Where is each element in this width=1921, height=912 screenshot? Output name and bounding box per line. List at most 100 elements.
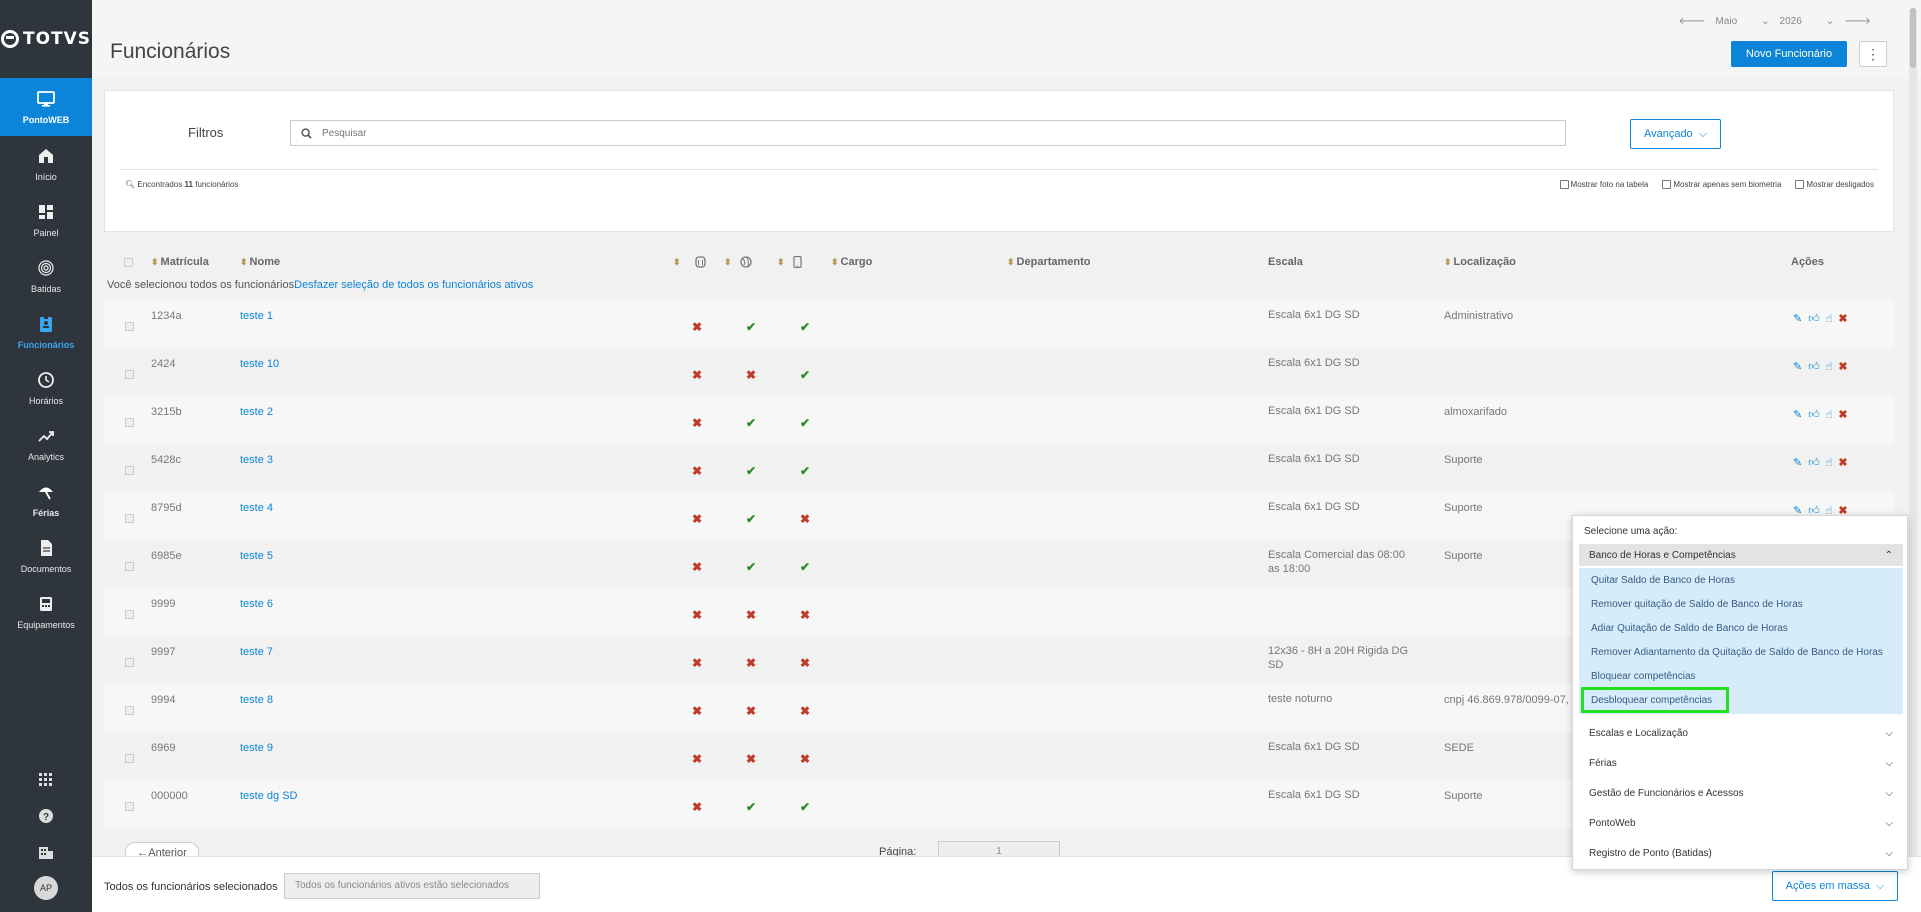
company-building-icon[interactable] [0, 834, 92, 870]
employee-name-link[interactable]: teste 5 [240, 550, 273, 562]
checkbox-box[interactable] [1795, 180, 1805, 189]
menu-action-item[interactable]: Remover Adiantamento da Quitação de Sald… [1579, 640, 1903, 664]
employee-name-link[interactable]: teste 1 [240, 310, 273, 322]
only-without-biometry-checkbox[interactable]: Mostrar apenas sem biometria [1662, 180, 1781, 189]
sidebar-item-ferias[interactable]: Férias [0, 472, 92, 528]
delete-cross-icon[interactable]: ✖ [1838, 312, 1847, 325]
sidebar-item-inicio[interactable]: Início [0, 136, 92, 192]
employee-name-link[interactable]: teste 4 [240, 502, 273, 514]
row-checkbox[interactable] [125, 322, 134, 331]
column-localizacao[interactable]: Localização [1444, 256, 1516, 268]
avatar[interactable]: AP [34, 876, 58, 900]
employee-name-link[interactable]: teste 2 [240, 406, 273, 418]
menu-action-item[interactable]: Desbloquear competências [1581, 687, 1729, 713]
row-checkbox[interactable] [125, 418, 134, 427]
employee-name-link[interactable]: teste 3 [240, 454, 273, 466]
thumbs-up-icon[interactable]: 👍︎ [1808, 456, 1820, 469]
row-checkbox[interactable] [125, 802, 134, 811]
row-checkbox[interactable] [125, 466, 134, 475]
employee-name-link[interactable]: teste 6 [240, 598, 273, 610]
show-photo-checkbox[interactable]: Mostrar foto na tabela [1559, 180, 1648, 189]
sidebar-item-funcionarios[interactable]: Funcionários [0, 304, 92, 360]
menu-group-header[interactable]: Escalas e Localização ⌵ [1579, 718, 1903, 748]
select-all-checkbox[interactable] [124, 258, 133, 270]
checkbox-box[interactable] [124, 258, 133, 267]
column-face-sort[interactable] [673, 256, 683, 268]
pointer-hand-icon[interactable]: ☝︎ [1826, 456, 1833, 469]
pointer-hand-icon[interactable]: ☝︎ [1826, 408, 1833, 421]
checkbox-box[interactable] [1662, 180, 1672, 189]
employee-name-link[interactable]: teste 8 [240, 694, 273, 706]
selection-field[interactable]: Todos os funcionários ativos estão selec… [284, 873, 540, 899]
sidebar-item-painel[interactable]: Painel [0, 192, 92, 248]
menu-group-header[interactable]: Gestão de Funcionários e Acessos ⌵ [1579, 778, 1903, 808]
column-matricula[interactable]: Matrícula [151, 256, 209, 268]
menu-action-item[interactable]: Adiar Quitação de Saldo de Banco de Hora… [1579, 616, 1903, 640]
search-input[interactable] [322, 127, 1522, 139]
menu-action-item[interactable]: Remover quitação de Saldo de Banco de Ho… [1579, 592, 1903, 616]
more-options-button[interactable]: ⋮ [1859, 41, 1887, 67]
employee-name-link[interactable]: teste 10 [240, 358, 279, 370]
menu-action-item[interactable]: Bloquear competências [1579, 664, 1903, 688]
row-checkbox[interactable] [125, 562, 134, 571]
totvs-logo[interactable]: TOTVS [0, 0, 92, 78]
apps-grid-icon[interactable] [0, 762, 92, 798]
sidebar-item-documentos[interactable]: Documentos [0, 528, 92, 584]
edit-pencil-icon[interactable]: ✎ [1793, 408, 1802, 421]
edit-pencil-icon[interactable]: ✎ [1793, 360, 1802, 373]
edit-pencil-icon[interactable]: ✎ [1793, 312, 1802, 325]
thumbs-up-icon[interactable]: 👍︎ [1808, 360, 1820, 373]
delete-cross-icon[interactable]: ✖ [1838, 456, 1847, 469]
delete-cross-icon[interactable]: ✖ [1838, 360, 1847, 373]
sidebar-item-pontoweb[interactable]: PontoWEB [0, 78, 92, 136]
filter-panel: Filtros Avançado ⌵ 🔍︎ Encontrados 11 fun… [104, 90, 1894, 232]
thumbs-up-icon[interactable]: 👍︎ [1808, 408, 1820, 421]
row-checkbox[interactable] [125, 610, 134, 619]
search-box[interactable] [290, 120, 1566, 146]
employee-name-link[interactable]: teste 7 [240, 646, 273, 658]
menu-group-header[interactable]: Registro de Ponto (Batidas) ⌵ [1579, 838, 1903, 868]
mobile-column-icon [793, 255, 802, 271]
bulk-actions-button[interactable]: Ações em massa ⌵ [1772, 871, 1898, 901]
row-checkbox[interactable] [125, 514, 134, 523]
row-checkbox[interactable] [125, 706, 134, 715]
checkbox-box[interactable] [1559, 180, 1569, 189]
column-nome[interactable]: Nome [240, 256, 281, 268]
advanced-filter-button[interactable]: Avançado ⌵ [1630, 119, 1721, 149]
month-select[interactable]: Maio ⌄ [1715, 16, 1769, 27]
column-cargo[interactable]: Cargo [831, 256, 873, 268]
thumbs-up-icon[interactable]: 👍︎ [1808, 312, 1820, 325]
page-scrollbar[interactable] [1909, 8, 1917, 903]
menu-group-header[interactable]: Férias ⌵ [1579, 748, 1903, 778]
sidebar-item-horarios[interactable]: Horários [0, 360, 92, 416]
group-banco-de-horas[interactable]: Banco de Horas e Competências ⌃ [1579, 544, 1903, 566]
new-employee-button[interactable]: Novo Funcionário [1731, 41, 1847, 67]
menu-group-header[interactable]: PontoWeb ⌵ [1579, 808, 1903, 838]
pointer-hand-icon[interactable]: ☝︎ [1826, 360, 1833, 373]
column-mobile-sort[interactable] [777, 256, 787, 268]
previous-month-arrow-icon[interactable]: 🡐 [1679, 15, 1706, 27]
row-checkbox[interactable] [125, 658, 134, 667]
cross-icon: ✖ [692, 752, 703, 766]
edit-pencil-icon[interactable]: ✎ [1793, 456, 1802, 469]
sidebar-item-analytics[interactable]: Analytics [0, 416, 92, 472]
cross-icon: ✖ [746, 608, 757, 622]
undo-selection-link[interactable]: Desfazer seleção de todos os funcionário… [294, 279, 533, 291]
delete-cross-icon[interactable]: ✖ [1838, 408, 1847, 421]
help-icon[interactable]: ? [0, 798, 92, 834]
row-checkbox[interactable] [125, 754, 134, 763]
show-dismissed-checkbox[interactable]: Mostrar desligados [1795, 180, 1874, 189]
column-web-sort[interactable] [724, 256, 734, 268]
employee-name-link[interactable]: teste 9 [240, 742, 273, 754]
found-suffix: funcionários [195, 180, 239, 189]
next-month-arrow-icon[interactable]: 🡒 [1844, 15, 1871, 27]
row-checkbox[interactable] [125, 370, 134, 379]
sidebar-item-equipamentos[interactable]: Equipamentos [0, 584, 92, 640]
pointer-hand-icon[interactable]: ☝︎ [1826, 312, 1833, 325]
menu-action-item[interactable]: Quitar Saldo de Banco de Horas [1579, 568, 1903, 592]
sidebar-item-batidas[interactable]: Batidas [0, 248, 92, 304]
employee-name-link[interactable]: teste dg SD [240, 790, 297, 802]
sidebar: TOTVS PontoWEB Início Painel Batidas Funcion… [0, 0, 92, 912]
year-select[interactable]: 2026 ⌄ [1780, 16, 1835, 27]
column-departamento[interactable]: Departamento [1007, 256, 1091, 268]
